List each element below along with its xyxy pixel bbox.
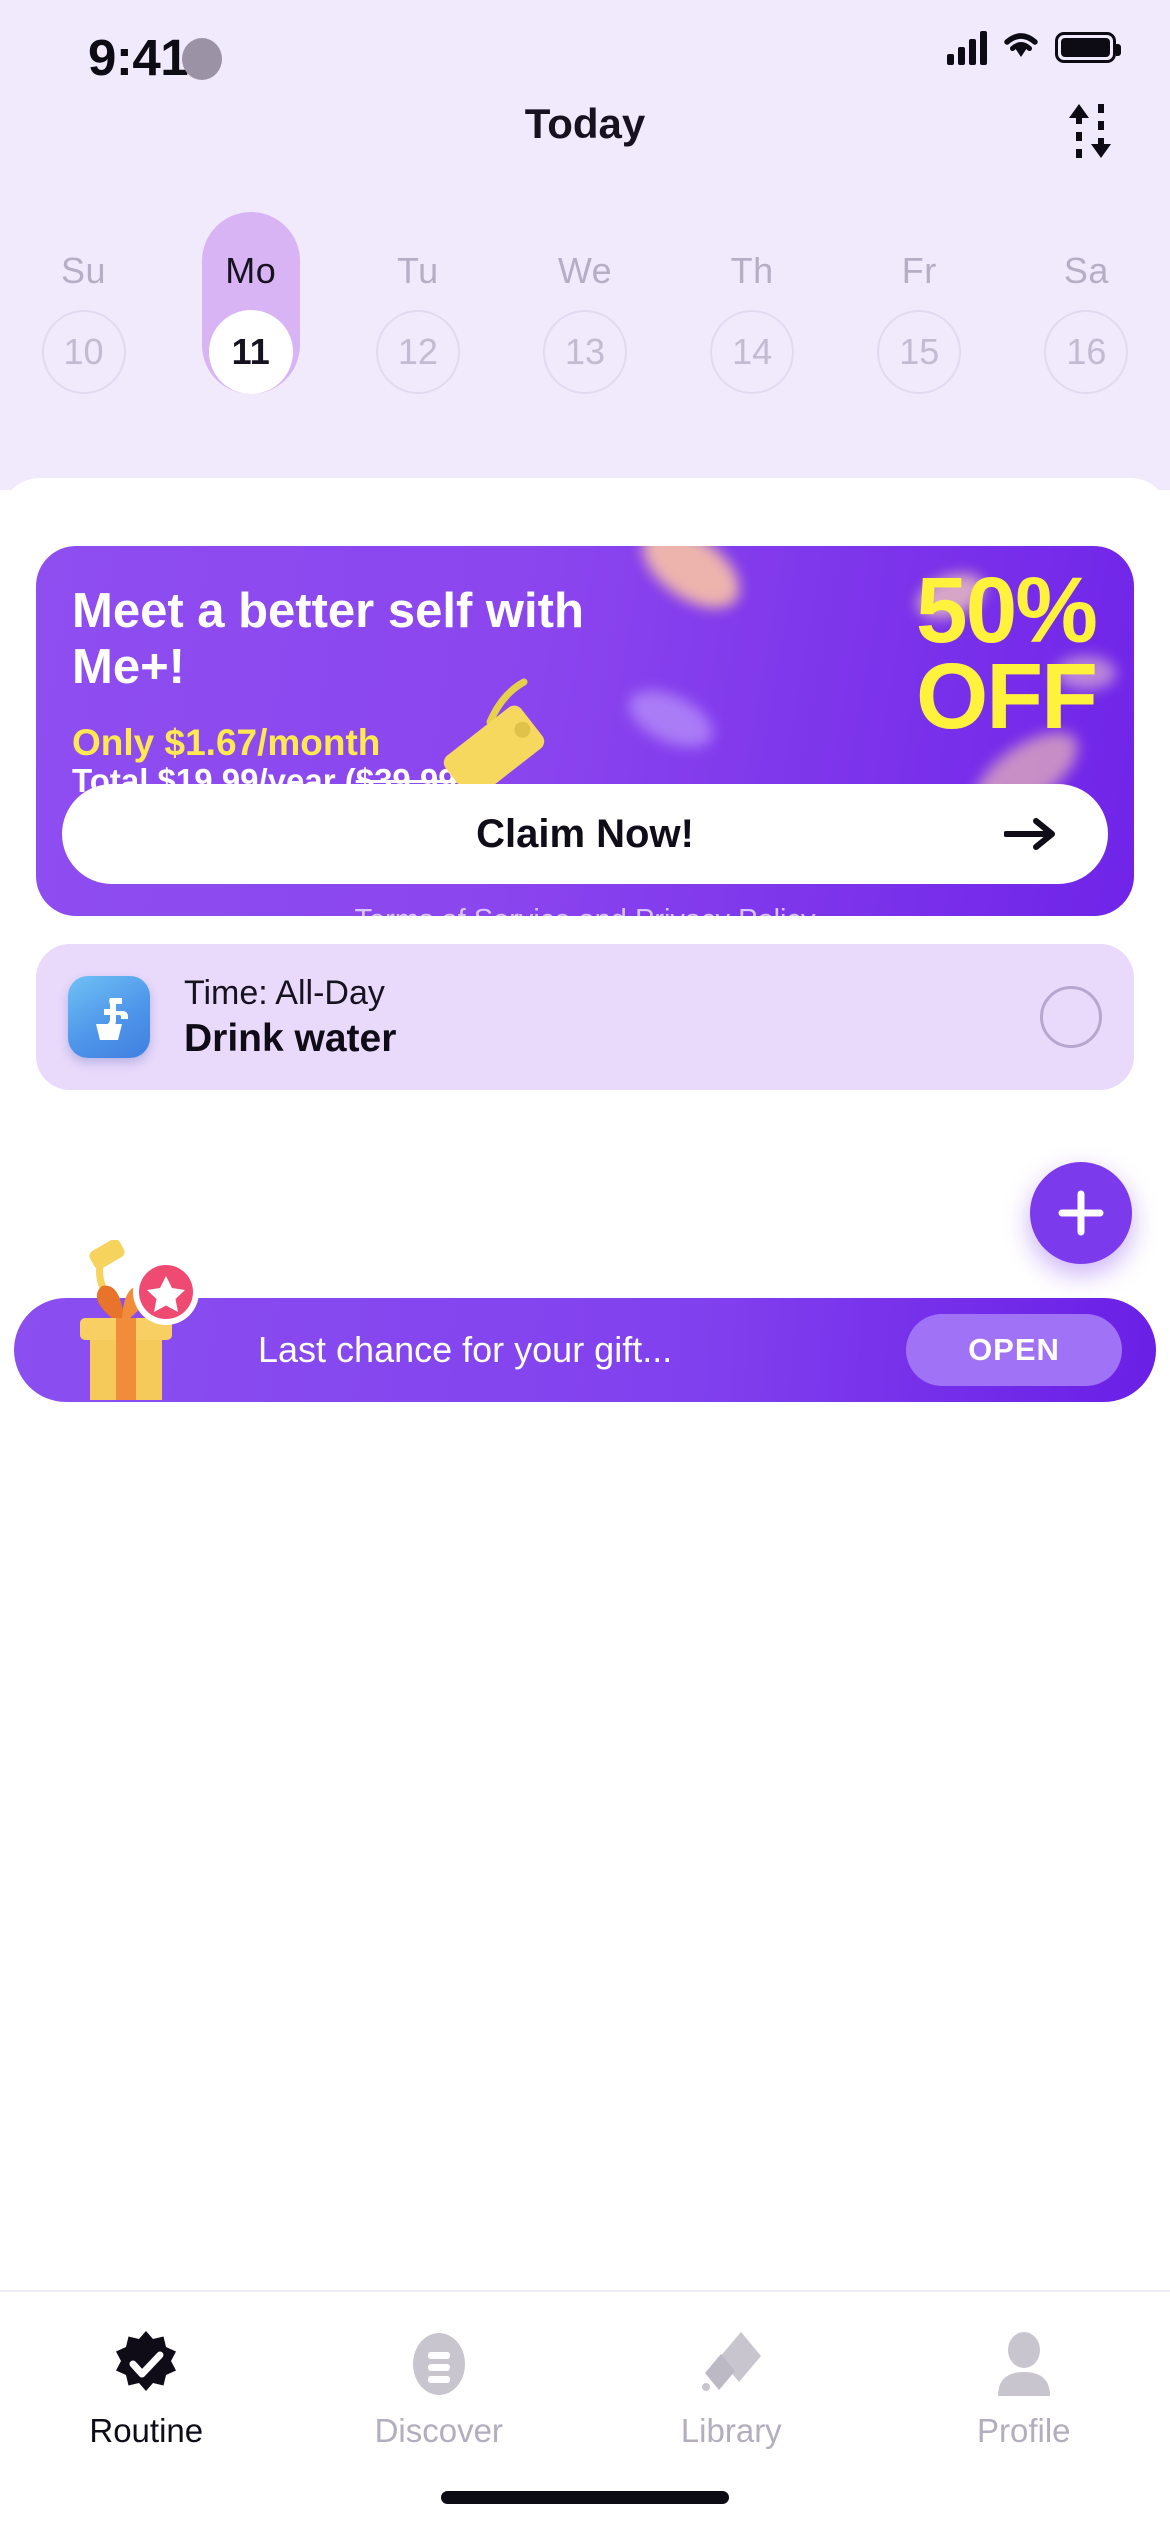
dynamic-island xyxy=(182,38,222,80)
top-region: 9:41 Today Su 10 Mo 11 Tu 12 We 13 Th 14… xyxy=(0,0,1170,490)
week-day-date: 11 xyxy=(231,331,270,372)
status-bar-indicators xyxy=(947,30,1121,65)
add-task-fab[interactable] xyxy=(1030,1162,1132,1264)
week-day-tu[interactable]: Tu 12 xyxy=(334,250,501,430)
app-header: Today xyxy=(0,100,1170,172)
week-day-name: We xyxy=(557,250,613,291)
week-day-date: 13 xyxy=(564,331,605,372)
week-day-name: Sa xyxy=(1063,250,1109,291)
week-day-date-circle: 16 xyxy=(1044,310,1129,394)
week-day-th[interactable]: Th 14 xyxy=(669,250,836,430)
price-tag-icon xyxy=(443,678,545,794)
week-day-date-circle: 12 xyxy=(375,310,460,394)
terms-and-privacy-link[interactable]: Terms of Service and Privacy Policy xyxy=(36,904,1134,916)
gift-open-label: OPEN xyxy=(968,1332,1060,1367)
gift-open-button[interactable]: OPEN xyxy=(906,1314,1122,1386)
arrow-right-icon xyxy=(1004,818,1055,850)
week-day-name: Mo xyxy=(225,250,277,291)
nav-tab-label: Profile xyxy=(976,2412,1071,2449)
task-title: Drink water xyxy=(184,1016,397,1060)
sort-arrows-icon xyxy=(1069,104,1111,158)
nav-tab-label: Discover xyxy=(374,2412,503,2449)
week-day-strip[interactable]: Su 10 Mo 11 Tu 12 We 13 Th 14 Fr 15 Sa 1… xyxy=(0,212,1170,430)
wifi-icon xyxy=(1001,30,1041,65)
nav-tab-label: Routine xyxy=(89,2412,204,2449)
promo-price-line: Only $1.67/month xyxy=(72,722,381,763)
week-day-date-circle: 13 xyxy=(542,310,627,394)
week-day-date-circle: 11 xyxy=(208,310,293,394)
week-day-fr[interactable]: Fr 15 xyxy=(836,250,1003,430)
home-indicator xyxy=(441,2491,729,2504)
library-diamond-icon xyxy=(695,2328,767,2400)
promo-discount-percent: 50% xyxy=(915,558,1098,662)
task-complete-checkbox[interactable] xyxy=(1040,986,1102,1048)
task-time-label: Time: All-Day xyxy=(184,973,385,1012)
week-day-date-circle: 15 xyxy=(877,310,962,394)
gift-box-icon xyxy=(80,1240,199,1400)
week-day-sa[interactable]: Sa 16 xyxy=(1003,250,1170,430)
gift-promo-banner[interactable]: Last chance for your gift... OPEN xyxy=(14,1240,1156,1402)
week-day-date-circle: 10 xyxy=(41,310,126,394)
status-bar: 9:41 xyxy=(0,0,1170,105)
claim-now-label: Claim Now! xyxy=(476,811,694,856)
sort-button[interactable] xyxy=(1052,94,1126,168)
page-title: Today xyxy=(524,100,646,147)
week-day-date: 14 xyxy=(732,331,773,372)
battery-icon xyxy=(1055,32,1121,63)
gift-banner-message: Last chance for your gift... xyxy=(258,1329,673,1370)
week-day-name: Su xyxy=(61,250,107,291)
week-day-date-circle: 14 xyxy=(710,310,795,394)
week-day-date: 16 xyxy=(1066,331,1107,372)
task-card-drink-water[interactable]: Time: All-Day Drink water xyxy=(36,944,1134,1090)
nav-tab-routine[interactable]: Routine xyxy=(0,2292,293,2532)
badge-check-icon xyxy=(110,2328,182,2400)
discover-list-icon xyxy=(403,2328,475,2400)
person-icon xyxy=(988,2328,1060,2400)
week-day-name: Fr xyxy=(901,250,937,291)
claim-now-button[interactable]: Claim Now! xyxy=(62,784,1108,884)
week-day-date: 10 xyxy=(63,331,104,372)
task-text-block: Time: All-Day Drink water xyxy=(184,974,1040,1061)
cellular-signal-icon xyxy=(947,30,987,65)
promo-banner[interactable]: Meet a better self with Me+! Only $1.67/… xyxy=(36,546,1134,916)
week-day-mo[interactable]: Mo 11 xyxy=(167,212,334,430)
promo-discount-off: OFF xyxy=(915,643,1098,748)
week-day-name: Th xyxy=(730,250,774,291)
nav-tab-label: Library xyxy=(680,2412,782,2449)
week-day-we[interactable]: We 13 xyxy=(501,250,668,430)
week-day-name: Tu xyxy=(397,250,439,291)
week-day-date: 15 xyxy=(899,331,940,372)
water-faucet-icon xyxy=(68,976,150,1058)
nav-tab-profile[interactable]: Profile xyxy=(878,2292,1170,2532)
plus-icon xyxy=(1058,1190,1104,1236)
week-day-su[interactable]: Su 10 xyxy=(0,250,167,430)
status-bar-time: 9:41 xyxy=(88,29,189,86)
promo-discount-badge: 50% OFF xyxy=(915,558,1098,748)
confetti-decor xyxy=(628,546,754,625)
content-sheet: Meet a better self with Me+! Only $1.67/… xyxy=(0,478,1170,2532)
confetti-decor xyxy=(620,679,722,759)
week-day-date: 12 xyxy=(397,331,438,372)
